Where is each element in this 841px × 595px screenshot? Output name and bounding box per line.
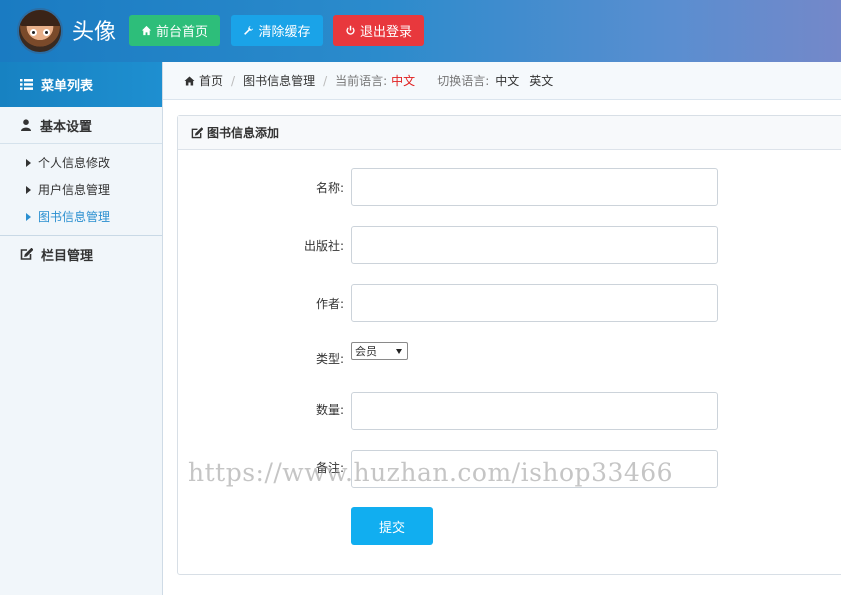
top-header: 头像 前台首页 清除缓存 退出登录 (0, 0, 841, 62)
switch-language-label: 切换语言: (437, 74, 490, 88)
home-icon (184, 75, 195, 86)
remark-label: 备注: (315, 461, 344, 475)
breadcrumb-home-link[interactable]: 首页 (199, 72, 223, 89)
submit-button[interactable]: 提交 (351, 507, 433, 545)
remark-input[interactable] (351, 450, 718, 488)
frontend-home-label: 前台首页 (155, 25, 208, 40)
sidebar-item-label: 图书信息管理 (38, 210, 111, 224)
current-language-label: 当前语言: (335, 74, 388, 88)
publisher-input[interactable] (351, 226, 718, 264)
edit-icon (191, 126, 203, 138)
clear-cache-button[interactable]: 清除缓存 (231, 15, 323, 46)
current-language-value: 中文 (391, 74, 416, 88)
caret-right-icon (26, 185, 31, 194)
caret-right-icon (26, 158, 31, 167)
home-icon (141, 25, 152, 36)
avatar[interactable] (17, 8, 63, 54)
sidebar-item-label: 个人信息修改 (38, 156, 111, 170)
sidebar-item-book-management[interactable]: 图书信息管理 (0, 203, 162, 230)
language-english-link[interactable]: 英文 (529, 72, 553, 89)
sidebar: 菜单列表 基本设置 个人信息修改 用户信息管理 图书信息管理 栏目管理 (0, 62, 163, 595)
breadcrumb-separator: / (231, 73, 236, 88)
menu-list-header: 菜单列表 (0, 62, 162, 107)
sidebar-item-profile-edit[interactable]: 个人信息修改 (0, 149, 162, 176)
menu-list-title: 菜单列表 (41, 79, 94, 94)
panel-title: 图书信息添加 (207, 126, 280, 140)
publisher-label: 出版社: (303, 239, 344, 253)
quantity-input[interactable] (351, 392, 718, 430)
panel-header: 图书信息添加 (178, 116, 841, 150)
sidebar-group-column-management[interactable]: 栏目管理 (0, 236, 162, 272)
breadcrumb-page-link[interactable]: 图书信息管理 (243, 72, 315, 89)
logout-label: 退出登录 (359, 25, 412, 40)
caret-right-icon (26, 212, 31, 221)
breadcrumb: 首页 / 图书信息管理 / 当前语言: 中文 切换语言: 中文 英文 (163, 62, 841, 100)
sidebar-submenu: 个人信息修改 用户信息管理 图书信息管理 (0, 144, 162, 236)
type-select[interactable]: 会员 (351, 342, 408, 360)
language-chinese-link[interactable]: 中文 (495, 72, 519, 89)
author-label: 作者: (315, 297, 344, 311)
wrench-icon (244, 25, 254, 35)
sidebar-group-label: 基本设置 (40, 119, 93, 135)
name-label: 名称: (315, 181, 344, 195)
type-label: 类型: (315, 352, 344, 366)
quantity-label: 数量: (315, 403, 344, 417)
breadcrumb-separator: / (323, 73, 328, 88)
sidebar-item-user-management[interactable]: 用户信息管理 (0, 176, 162, 203)
dropdown-arrow-icon (396, 349, 402, 354)
sidebar-item-label: 用户信息管理 (38, 183, 111, 197)
author-input[interactable] (351, 284, 718, 322)
clear-cache-label: 清除缓存 (258, 25, 311, 40)
brand-title: 头像 (72, 20, 117, 45)
book-add-panel: 图书信息添加 名称: 出版社: 作者: 类型: 会员 数量: 备注: 提交 (177, 115, 841, 575)
user-icon (21, 119, 31, 131)
name-input[interactable] (351, 168, 718, 206)
sidebar-group-basic-settings[interactable]: 基本设置 (0, 107, 162, 144)
edit-icon (20, 248, 33, 260)
power-icon (346, 25, 355, 35)
frontend-home-button[interactable]: 前台首页 (129, 15, 220, 46)
type-select-value: 会员 (355, 345, 377, 358)
list-icon (20, 79, 33, 90)
logout-button[interactable]: 退出登录 (333, 15, 424, 46)
sidebar-group-label: 栏目管理 (41, 248, 94, 264)
